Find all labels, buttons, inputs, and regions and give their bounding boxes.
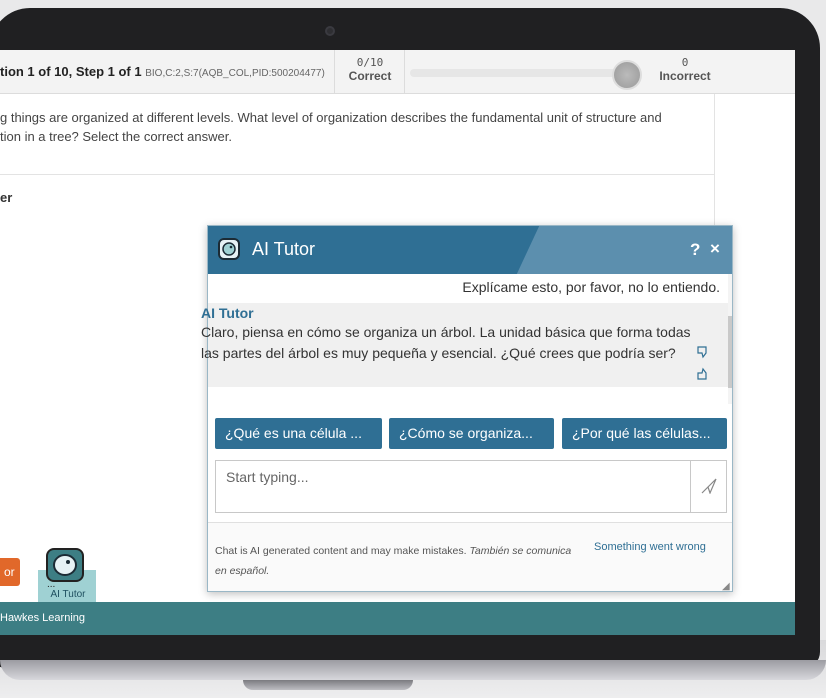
question-text: g things are organized at different leve… <box>0 108 690 146</box>
submit-button[interactable]: or <box>0 558 20 586</box>
chat-scrollbar-thumb[interactable] <box>728 316 732 388</box>
suggestion-button[interactable]: ¿Por qué las células... <box>562 418 727 449</box>
parrot-icon[interactable] <box>46 548 84 582</box>
tutor-message: AI Tutor Claro, piensa en cómo se organi… <box>201 303 728 387</box>
laptop-notch <box>243 680 413 690</box>
question-divider <box>0 174 715 175</box>
report-error-link[interactable]: Something went wrong <box>594 541 706 553</box>
ai-tutor-launcher-label[interactable]: AI Tutor <box>40 589 96 600</box>
correct-label: Correct <box>348 69 392 83</box>
chat-input[interactable]: Start typing... <box>215 460 690 513</box>
question-title: tion 1 of 10, Step 1 of 1 BIO,C:2,S:7(AQ… <box>0 64 325 79</box>
app-screen: tion 1 of 10, Step 1 of 1 BIO,C:2,S:7(AQ… <box>0 50 795 635</box>
thumbs-up-icon[interactable] <box>696 367 710 384</box>
question-line: g things are organized at different leve… <box>0 110 662 125</box>
tutor-footer: Chat is AI generated content and may mak… <box>208 522 732 592</box>
gauge-icon <box>612 60 642 90</box>
thumbs-down-icon[interactable] <box>696 345 710 362</box>
header-divider <box>334 50 335 94</box>
correct-counter: 0/10 Correct <box>340 56 400 83</box>
disclaimer-text: Chat is AI generated content and may mak… <box>215 545 467 557</box>
header-divider <box>404 50 405 94</box>
send-icon[interactable] <box>690 460 727 513</box>
ai-tutor-panel: AI Tutor ? × Explícame esto, por favor, … <box>201 225 733 592</box>
correct-count: 0/10 <box>356 56 384 69</box>
disclaimer: Chat is AI generated content and may mak… <box>215 541 575 581</box>
question-number: tion 1 of 10, <box>0 64 73 79</box>
question-code: BIO,C:2,S:7(AQB_COL,PID:500204477) <box>145 68 325 79</box>
suggestion-button[interactable]: ¿Cómo se organiza... <box>389 418 554 449</box>
message-text: Claro, piensa en cómo se organiza un árb… <box>201 324 691 361</box>
message-sender: AI Tutor <box>201 305 254 321</box>
close-icon[interactable]: × <box>710 239 720 259</box>
incorrect-counter: 0 Incorrect <box>650 56 720 83</box>
answer-label: er <box>0 190 13 205</box>
tutor-title: AI Tutor <box>252 239 316 259</box>
incorrect-count: 0 <box>681 56 689 69</box>
question-line: tion in a tree? Select the correct answe… <box>0 129 232 144</box>
camera-icon <box>325 26 335 36</box>
step-indicator: Step 1 of 1 <box>75 64 142 79</box>
help-icon[interactable]: ? <box>690 240 700 260</box>
laptop-base <box>0 660 826 680</box>
footer-brand: Hawkes Learning <box>0 612 85 624</box>
resize-handle-icon[interactable]: ◢ <box>722 581 730 592</box>
parrot-icon <box>218 238 240 260</box>
user-message: Explícame esto, por favor, no lo entiend… <box>462 279 720 295</box>
tutor-header: AI Tutor ? × <box>208 226 732 274</box>
app-footer: Hawkes Learning <box>0 602 795 635</box>
suggestion-button[interactable]: ¿Qué es una célula ... <box>215 418 382 449</box>
incorrect-label: Incorrect <box>659 69 711 83</box>
progress-bar <box>410 69 620 77</box>
question-header: tion 1 of 10, Step 1 of 1 BIO,C:2,S:7(AQ… <box>0 50 795 94</box>
